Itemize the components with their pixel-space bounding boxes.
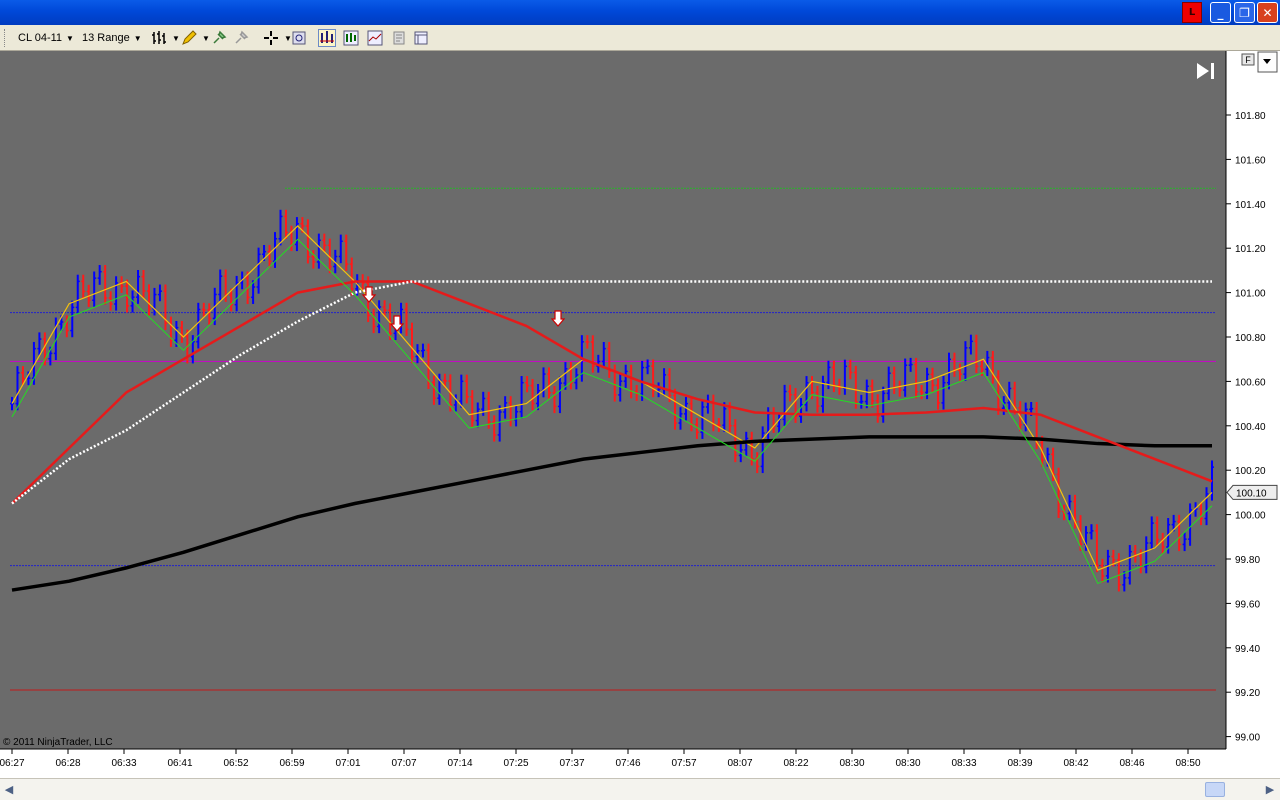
scroll-thumb[interactable] [1205,782,1225,797]
time-tick-label: 08:07 [727,758,752,769]
price-tick-label: 99.00 [1235,733,1260,744]
pin-icon [210,29,228,47]
time-tick-label: 06:27 [0,758,25,769]
pin-gray-icon [232,29,250,47]
window-title-bar: L _ ❐ ✕ [0,0,1280,25]
time-tick-label: 08:22 [783,758,808,769]
time-tick-label: 06:28 [55,758,80,769]
time-tick-label: 08:42 [1063,758,1088,769]
bars-icon [150,29,168,47]
price-tick-label: 99.60 [1235,599,1260,610]
indicators-button[interactable] [342,28,360,48]
time-tick-label: 06:33 [111,758,136,769]
last-price-label: 100.10 [1236,488,1267,499]
time-tick-label: 07:25 [503,758,528,769]
time-tick-label: 08:30 [839,758,864,769]
bar-style-button[interactable]: ▼ [150,28,180,48]
time-tick-label: 07:14 [447,758,472,769]
instrument-label: CL 04-11 [18,32,63,44]
pencil-icon [180,29,198,47]
data-series-icon [318,29,336,47]
time-tick-label: 07:46 [615,758,640,769]
price-tick-label: 101.60 [1235,155,1266,166]
drawing-tool-button[interactable]: ▼ [180,28,210,48]
pin-button[interactable] [210,28,228,48]
price-tick-label: 101.40 [1235,200,1266,211]
magnifier-icon [290,29,308,47]
price-chart[interactable]: 101.80 101.60 101.40 101.20 101.00 100.80 100.… [0,51,1280,778]
strategy-chart-icon [366,29,384,47]
time-tick-label: 08:46 [1119,758,1144,769]
chart-toolbar: CL 04-11 ▼ 13 Range ▼ ▼ ▼ ▼ [0,25,1280,51]
time-tick-label: 06:41 [167,758,192,769]
pin-disabled-button[interactable] [232,28,250,48]
panel-f-label: F [1245,55,1251,65]
restore-button[interactable]: ❐ [1234,2,1255,23]
price-tick-label: 99.20 [1235,688,1260,699]
close-button[interactable]: ✕ [1257,2,1278,23]
properties-button[interactable] [390,28,408,48]
price-tick-label: 100.20 [1235,466,1266,477]
bar-type-selector[interactable]: 13 Range ▼ [82,28,142,48]
price-tick-label: 99.80 [1235,555,1260,566]
price-tick-label: 101.00 [1235,289,1266,300]
time-tick-label: 08:50 [1175,758,1200,769]
time-tick-label: 07:01 [335,758,360,769]
horizontal-scrollbar[interactable]: ◀ ▶ [0,778,1280,800]
time-tick-label: 06:59 [279,758,304,769]
toolbar-grip[interactable] [4,29,8,47]
time-tick-label: 08:33 [951,758,976,769]
time-tick-label: 08:30 [895,758,920,769]
crosshair-icon [262,29,280,47]
price-tick-label: 100.40 [1235,422,1266,433]
scroll-left-arrow-icon[interactable]: ◀ [1,781,17,798]
zoom-button[interactable] [290,28,308,48]
chart-trader-icon [412,29,430,47]
price-tick-label: 99.40 [1235,644,1260,655]
chevron-down-icon: ▼ [172,33,180,43]
time-tick-label: 07:37 [559,758,584,769]
crosshair-button[interactable]: ▼ [262,28,292,48]
indicators-icon [342,29,360,47]
time-tick-label: 08:39 [1007,758,1032,769]
bar-type-label: 13 Range [82,32,130,44]
chevron-down-icon: ▼ [66,33,74,43]
plot-background [0,51,1226,749]
chevron-down-icon: ▼ [133,33,142,43]
price-tick-label: 100.80 [1235,333,1266,344]
panel-f-button[interactable]: F [1241,53,1255,66]
chart-panel[interactable]: 101.80 101.60 101.40 101.20 101.00 100.80 100.… [0,51,1280,778]
minimize-button[interactable]: _ [1210,2,1231,23]
panel-dropdown-button[interactable] [1257,51,1278,73]
properties-icon [390,29,408,47]
instrument-selector[interactable]: CL 04-11 ▼ [18,28,74,48]
scroll-right-arrow-icon[interactable]: ▶ [1262,781,1278,798]
price-tick-label: 101.80 [1235,111,1266,122]
data-series-button[interactable] [318,28,336,48]
copyright-text: © 2011 NinjaTrader, LLC [3,737,113,748]
price-tick-label: 100.00 [1235,511,1266,522]
strategies-button[interactable] [366,28,384,48]
time-tick-label: 06:52 [223,758,248,769]
alert-indicator[interactable]: L [1182,2,1202,23]
price-tick-label: 100.60 [1235,377,1266,388]
time-tick-label: 07:57 [671,758,696,769]
chart-trader-button[interactable] [412,28,430,48]
price-tick-label: 101.20 [1235,244,1266,255]
time-tick-label: 07:07 [391,758,416,769]
chevron-down-icon: ▼ [202,33,210,43]
